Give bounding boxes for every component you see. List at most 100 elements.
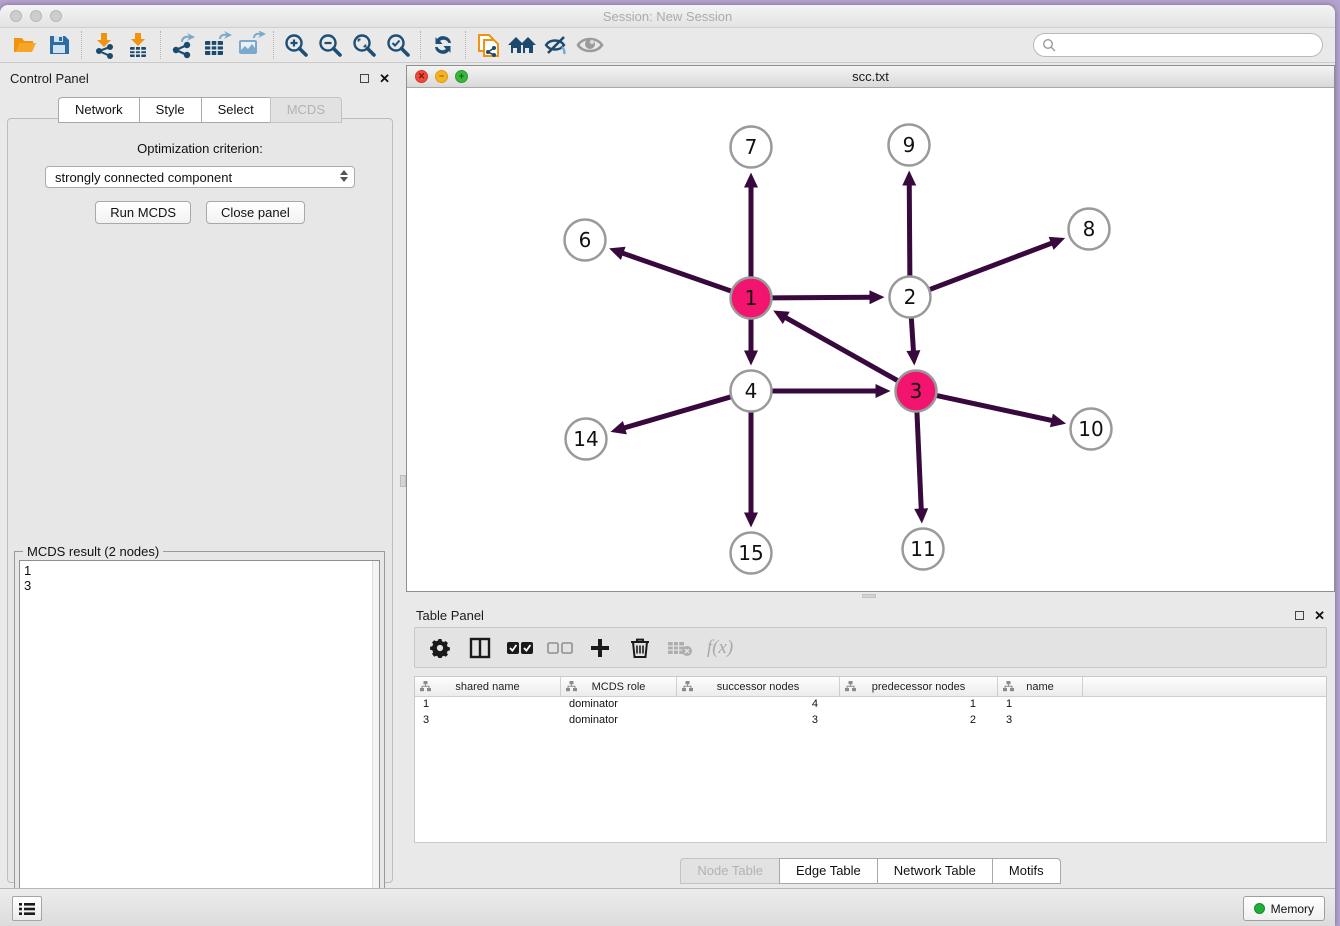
mcds-result-title: MCDS result (2 nodes) (23, 544, 163, 559)
graph-edge-2-9[interactable] (909, 183, 910, 277)
trash-icon[interactable] (625, 633, 655, 663)
column-header-successor-nodes[interactable]: successor nodes (677, 677, 840, 696)
graph-arrowhead-1-4 (744, 351, 758, 366)
save-icon[interactable] (42, 30, 76, 60)
titlebar: Session: New Session (0, 5, 1335, 28)
export-image-icon[interactable] (234, 30, 268, 60)
graph-arrowhead-3-11 (914, 508, 928, 523)
float-panel-icon[interactable] (1295, 611, 1304, 620)
criterion-select[interactable]: strongly connected component (45, 166, 355, 188)
status-bar: Memory (0, 888, 1335, 926)
tab-motifs[interactable]: Motifs (992, 858, 1061, 884)
graph-edge-3-10[interactable] (935, 395, 1053, 421)
network-canvas[interactable]: 7968124314101511 (407, 88, 1334, 591)
graph-node-label-8: 8 (1083, 217, 1096, 241)
hierarchy-icon (682, 681, 693, 692)
mcds-tab-content: Optimization criterion: strongly connect… (7, 118, 393, 883)
network-minimize-button[interactable]: − (435, 70, 448, 83)
export-table-icon[interactable] (200, 30, 234, 60)
table-cell[interactable]: 1 (415, 697, 561, 713)
graph-arrowhead-1-6 (609, 247, 625, 260)
hierarchy-icon (420, 681, 431, 692)
network-title: scc.txt (407, 69, 1334, 84)
table-cell[interactable]: 1 (840, 697, 998, 713)
import-network-icon[interactable] (87, 30, 121, 60)
network-close-button[interactable]: ✕ (415, 70, 428, 83)
table-cell[interactable]: dominator (561, 713, 677, 729)
tab-network[interactable]: Network (58, 97, 139, 123)
table-cell[interactable]: 3 (415, 713, 561, 729)
tab-node-table[interactable]: Node Table (680, 858, 779, 884)
graph-node-label-15: 15 (738, 541, 763, 565)
table-row[interactable]: 1dominator411 (415, 697, 1326, 713)
import-table-icon[interactable] (121, 30, 155, 60)
tab-edge-table[interactable]: Edge Table (779, 858, 877, 884)
delete-table-icon[interactable] (665, 633, 695, 663)
zoom-in-icon[interactable] (279, 30, 313, 60)
zoom-fit-icon[interactable] (347, 30, 381, 60)
result-scrollbar[interactable] (372, 561, 379, 918)
graph-edge-3-1[interactable] (785, 317, 899, 382)
app-window: Session: New Session (0, 5, 1335, 926)
tab-network-table[interactable]: Network Table (877, 858, 992, 884)
graph-edge-3-11[interactable] (917, 410, 921, 510)
split-columns-icon[interactable] (465, 633, 495, 663)
run-mcds-button[interactable]: Run MCDS (95, 201, 191, 224)
node-table: shared nameMCDS rolesuccessor nodesprede… (414, 676, 1327, 843)
tab-mcds[interactable]: MCDS (270, 97, 342, 123)
table-row[interactable]: 3dominator323 (415, 713, 1326, 729)
search-input[interactable] (1057, 36, 1322, 54)
tab-style[interactable]: Style (139, 97, 201, 123)
graph-edge-1-2[interactable] (770, 297, 871, 298)
column-header-predecessor-nodes[interactable]: predecessor nodes (840, 677, 998, 696)
close-panel-icon[interactable]: ✕ (379, 74, 390, 83)
gear-icon[interactable] (425, 633, 455, 663)
column-header-name[interactable]: name (998, 677, 1083, 696)
graph-arrowhead-3-10 (1050, 414, 1066, 428)
toolbar-separator (273, 31, 274, 59)
column-header-MCDS-role[interactable]: MCDS role (561, 677, 677, 696)
close-panel-icon[interactable]: ✕ (1314, 611, 1325, 620)
table-cell[interactable]: 3 (677, 713, 840, 729)
duplicate-network-icon[interactable] (471, 30, 505, 60)
select-all-checkboxes-icon[interactable] (505, 633, 535, 663)
zoom-out-icon[interactable] (313, 30, 347, 60)
graph-node-label-1: 1 (745, 286, 758, 310)
column-header-shared-name[interactable]: shared name (415, 677, 561, 696)
table-cell[interactable]: dominator (561, 697, 677, 713)
refresh-icon[interactable] (426, 30, 460, 60)
network-titlebar[interactable]: ✕ − + scc.txt (407, 66, 1334, 88)
task-history-button[interactable] (12, 896, 42, 921)
memory-button[interactable]: Memory (1243, 896, 1325, 921)
select-stepper-icon (340, 170, 348, 182)
graph-edge-2-3[interactable] (911, 316, 913, 352)
float-panel-icon[interactable] (360, 74, 369, 83)
table-cell[interactable]: 2 (840, 713, 998, 729)
function-builder-icon[interactable]: f(x) (705, 633, 735, 663)
splitter-handle[interactable] (862, 594, 876, 598)
graph-edge-1-6[interactable] (621, 253, 732, 292)
add-column-icon[interactable] (585, 633, 615, 663)
horizontal-splitter[interactable] (406, 592, 1335, 600)
deselect-all-checkboxes-icon[interactable] (545, 633, 575, 663)
tab-select[interactable]: Select (201, 97, 270, 123)
style-visibility-icon[interactable] (539, 30, 573, 60)
eye-icon[interactable] (573, 30, 607, 60)
graph-edge-4-14[interactable] (623, 396, 732, 428)
export-network-icon[interactable] (166, 30, 200, 60)
graph-node-label-4: 4 (745, 379, 758, 403)
table-cell[interactable]: 1 (998, 697, 1083, 713)
table-cell[interactable]: 3 (998, 713, 1083, 729)
home-icon[interactable] (505, 30, 539, 60)
table-panel: Table Panel ✕ (406, 600, 1335, 888)
graph-edge-2-8[interactable] (928, 243, 1053, 290)
table-cell[interactable]: 4 (677, 697, 840, 713)
graph-node-label-3: 3 (910, 379, 923, 403)
graph-node-label-11: 11 (910, 537, 935, 561)
zoom-selected-icon[interactable] (381, 30, 415, 60)
graph-arrowhead-4-15 (744, 513, 758, 528)
network-maximize-button[interactable]: + (455, 70, 468, 83)
mcds-result-text[interactable]: 1 3 (19, 560, 380, 919)
open-folder-icon[interactable] (8, 30, 42, 60)
close-panel-button[interactable]: Close panel (206, 201, 305, 224)
